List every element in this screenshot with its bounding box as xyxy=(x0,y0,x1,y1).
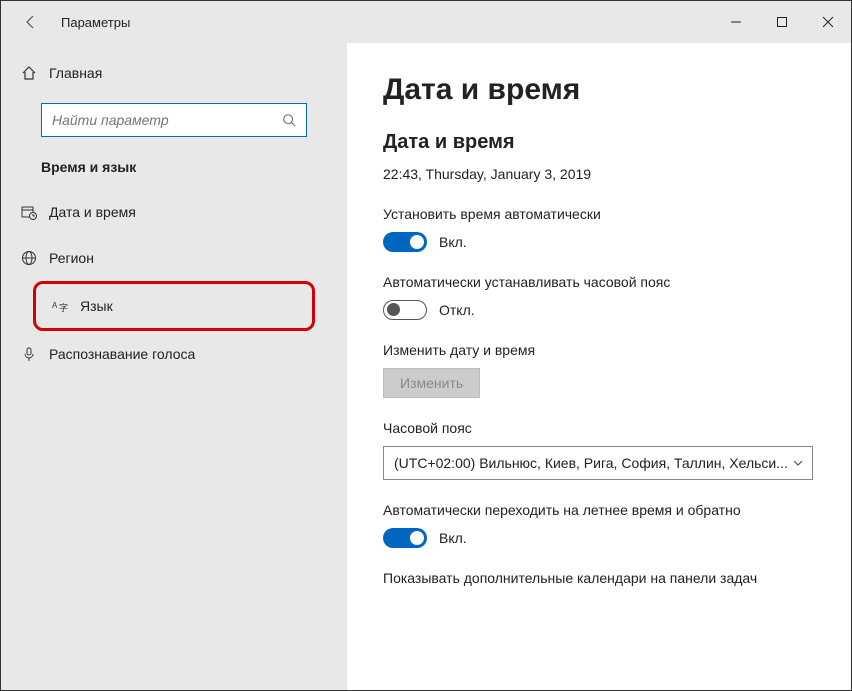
svg-text:A: A xyxy=(52,301,58,310)
home-label: Главная xyxy=(49,65,102,81)
change-datetime-label: Изменить дату и время xyxy=(383,342,815,358)
calendar-clock-icon xyxy=(21,204,37,220)
close-button[interactable] xyxy=(805,1,851,43)
titlebar: Параметры xyxy=(1,1,851,43)
sidebar-item-label: Дата и время xyxy=(49,204,136,220)
globe-icon xyxy=(21,250,37,266)
dst-toggle[interactable] xyxy=(383,528,427,548)
home-icon xyxy=(21,65,37,81)
section-title: Дата и время xyxy=(383,131,815,154)
timezone-setting: Часовой пояс (UTC+02:00) Вильнюс, Киев, … xyxy=(383,420,815,480)
minimize-button[interactable] xyxy=(713,1,759,43)
category-title: Время и язык xyxy=(1,151,347,189)
auto-time-toggle[interactable] xyxy=(383,232,427,252)
auto-tz-label: Автоматически устанавливать часовой пояс xyxy=(383,274,815,290)
auto-tz-toggle[interactable] xyxy=(383,300,427,320)
sidebar-item-label: Регион xyxy=(49,250,94,266)
search-wrap xyxy=(1,93,347,151)
sidebar-item-label: Распознавание голоса xyxy=(49,346,195,362)
extra-calendars-setting: Показывать дополнительные календари на п… xyxy=(383,570,815,586)
current-datetime: 22:43, Thursday, January 3, 2019 xyxy=(383,166,815,182)
timezone-selected: (UTC+02:00) Вильнюс, Киев, Рига, София, … xyxy=(394,455,788,471)
dst-label: Автоматически переходить на летнее время… xyxy=(383,502,815,518)
settings-window: Параметры Главная xyxy=(0,0,852,691)
auto-tz-state: Откл. xyxy=(439,302,475,318)
dst-setting: Автоматически переходить на летнее время… xyxy=(383,502,815,548)
home-nav[interactable]: Главная xyxy=(1,53,347,93)
microphone-icon xyxy=(21,346,37,362)
back-button[interactable] xyxy=(19,10,43,34)
dst-state: Вкл. xyxy=(439,530,467,546)
content-area: Дата и время Дата и время 22:43, Thursda… xyxy=(347,43,851,690)
sidebar-item-language[interactable]: A字 Язык xyxy=(33,281,315,331)
auto-time-state: Вкл. xyxy=(439,234,467,250)
sidebar-item-region[interactable]: Регион xyxy=(1,235,347,281)
maximize-button[interactable] xyxy=(759,1,805,43)
window-body: Главная Время и язык Дата и время xyxy=(1,43,851,690)
change-datetime-button[interactable]: Изменить xyxy=(383,368,480,398)
window-title: Параметры xyxy=(61,15,130,30)
timezone-select[interactable]: (UTC+02:00) Вильнюс, Киев, Рига, София, … xyxy=(383,446,813,480)
svg-text:字: 字 xyxy=(59,302,68,313)
sidebar-item-speech[interactable]: Распознавание голоса xyxy=(1,331,347,377)
sidebar: Главная Время и язык Дата и время xyxy=(1,43,347,690)
extra-calendars-label: Показывать дополнительные календари на п… xyxy=(383,570,815,586)
search-input[interactable] xyxy=(52,112,282,128)
window-controls xyxy=(713,1,851,43)
search-icon xyxy=(282,113,296,127)
auto-time-setting: Установить время автоматически Вкл. xyxy=(383,206,815,252)
timezone-label: Часовой пояс xyxy=(383,420,815,436)
chevron-down-icon xyxy=(792,457,804,469)
sidebar-item-label: Язык xyxy=(80,298,113,314)
page-title: Дата и время xyxy=(383,73,815,107)
sidebar-item-datetime[interactable]: Дата и время xyxy=(1,189,347,235)
auto-tz-setting: Автоматически устанавливать часовой пояс… xyxy=(383,274,815,320)
search-box[interactable] xyxy=(41,103,307,137)
auto-time-label: Установить время автоматически xyxy=(383,206,815,222)
language-icon: A字 xyxy=(52,298,68,314)
change-datetime-setting: Изменить дату и время Изменить xyxy=(383,342,815,398)
